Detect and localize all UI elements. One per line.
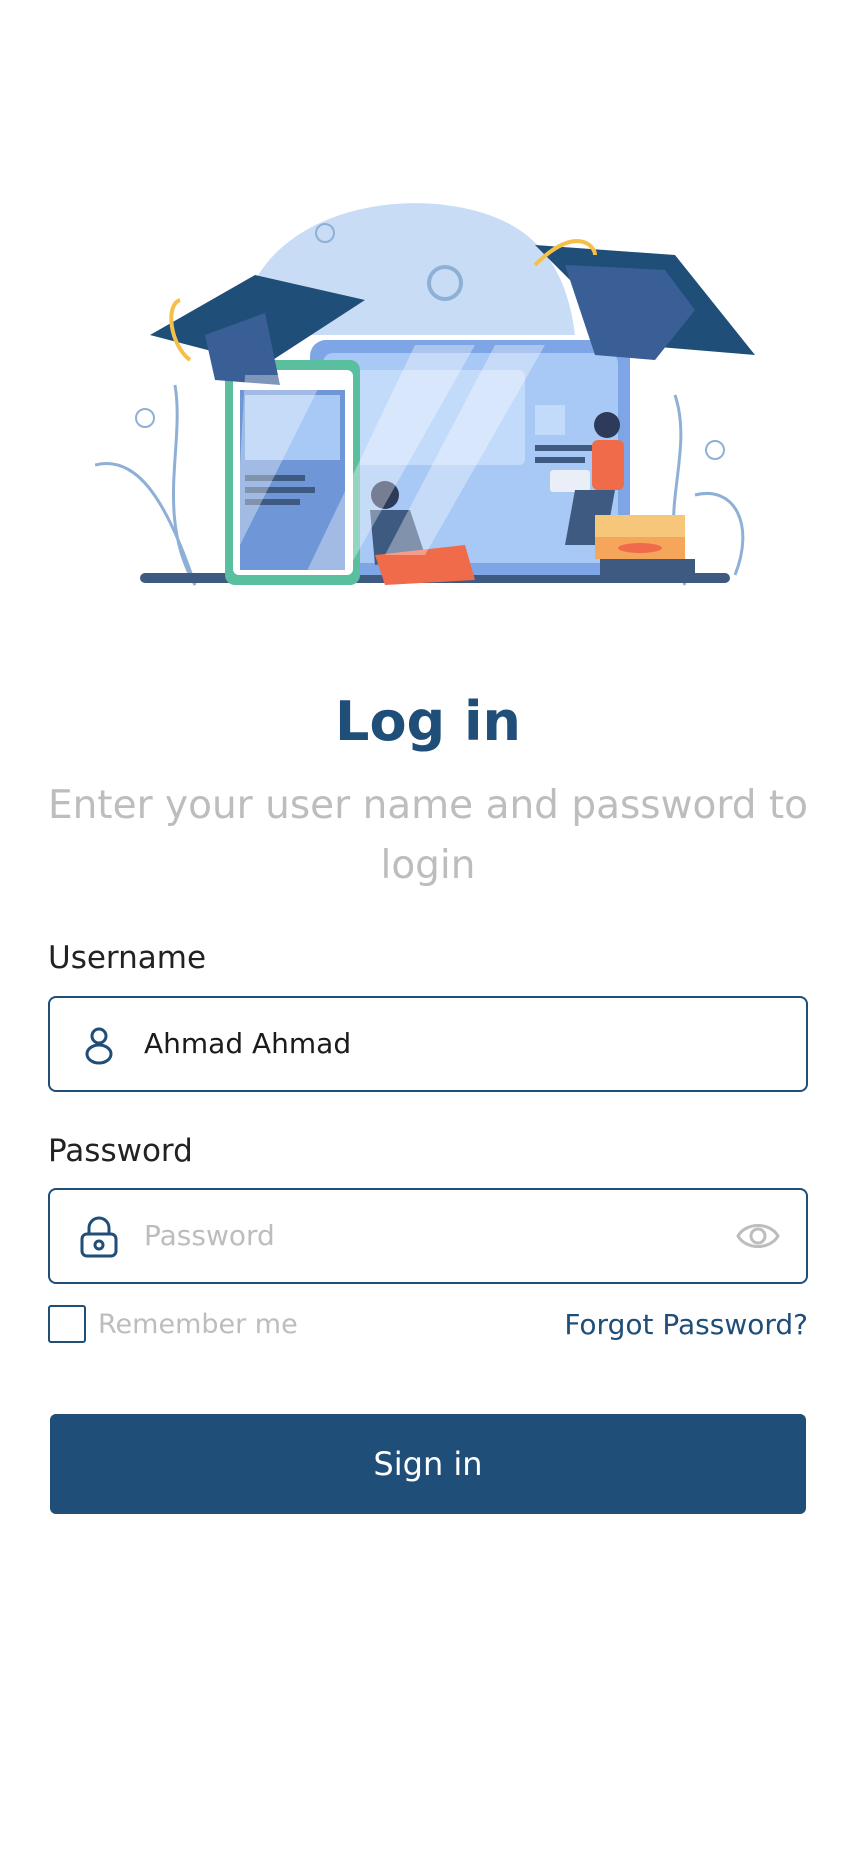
username-field[interactable]: Ahmad Ahmad bbox=[48, 996, 808, 1092]
eye-icon[interactable] bbox=[736, 1216, 780, 1256]
options-row: Remember me Forgot Password? bbox=[48, 1305, 808, 1345]
page-subtitle: Enter your user name and password to log… bbox=[47, 783, 809, 888]
password-placeholder: Password bbox=[144, 1219, 275, 1252]
page-title: Log in bbox=[335, 690, 521, 753]
password-field[interactable]: Password bbox=[48, 1188, 808, 1284]
graduation-illustration bbox=[95, 203, 755, 586]
username-value: Ahmad Ahmad bbox=[144, 1027, 352, 1060]
forgot-password-link[interactable]: Forgot Password? bbox=[564, 1305, 808, 1345]
sign-in-button[interactable]: Sign in bbox=[50, 1414, 806, 1514]
user-icon bbox=[85, 1027, 113, 1065]
username-label: Username bbox=[48, 940, 207, 976]
password-label: Password bbox=[48, 1133, 193, 1169]
remember-me-label[interactable]: Remember me bbox=[98, 1305, 298, 1345]
lock-icon bbox=[80, 1216, 118, 1258]
remember-me-checkbox[interactable] bbox=[48, 1305, 86, 1343]
